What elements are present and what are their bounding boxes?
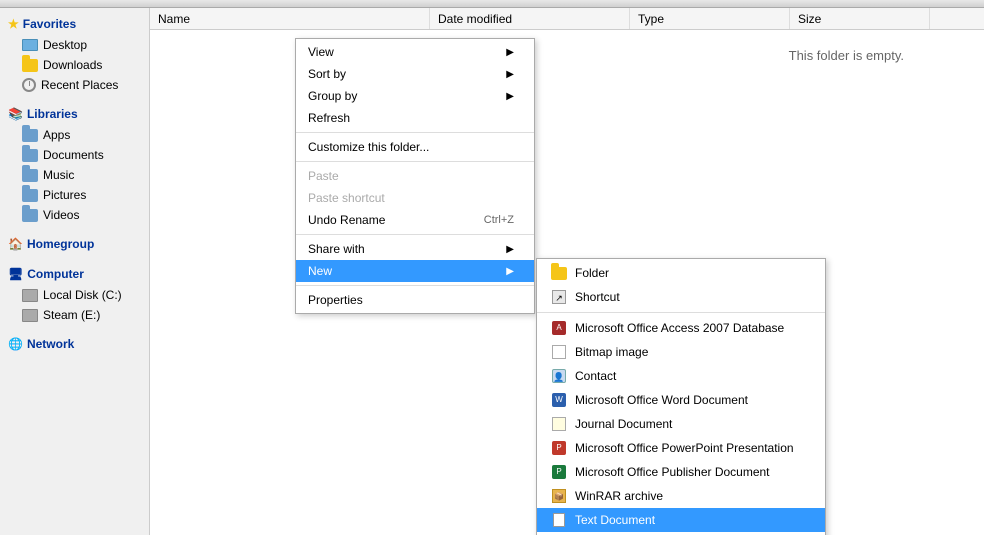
submenu-item-bitmap[interactable]: Bitmap image xyxy=(537,340,825,364)
menu-item-share-with[interactable]: Share with ▶ xyxy=(296,238,534,260)
empty-folder-message: This folder is empty. xyxy=(789,48,904,63)
top-bar xyxy=(0,0,984,8)
submenu-item-folder[interactable]: Folder xyxy=(537,261,825,285)
sidebar-divider-2 xyxy=(0,225,149,233)
menu-item-view[interactable]: View ▶ xyxy=(296,41,534,63)
winrar-icon: 📦 xyxy=(549,488,569,504)
submenu-item-journal[interactable]: Journal Document xyxy=(537,412,825,436)
new-submenu: Folder ↗ Shortcut A Microsoft Office Acc… xyxy=(536,258,826,535)
menu-item-paste-shortcut: Paste shortcut xyxy=(296,187,534,209)
menu-item-paste: Paste xyxy=(296,165,534,187)
sidebar-item-desktop[interactable]: Desktop xyxy=(0,35,149,55)
submenu-item-publisher[interactable]: P Microsoft Office Publisher Document xyxy=(537,460,825,484)
sidebar-item-downloads[interactable]: Downloads xyxy=(0,55,149,75)
content-area: Name Date modified Type Size This folder… xyxy=(150,8,984,535)
menu-item-undo-rename[interactable]: Undo Rename Ctrl+Z xyxy=(296,209,534,231)
sidebar-item-videos[interactable]: Videos xyxy=(0,205,149,225)
sidebar-computer-header[interactable]: 🖥 Computer xyxy=(0,263,149,285)
recent-icon xyxy=(22,78,36,92)
col-header-name[interactable]: Name xyxy=(150,8,430,29)
sidebar-item-pictures[interactable]: Pictures xyxy=(0,185,149,205)
menu-separator-2 xyxy=(296,161,534,162)
menu-item-customize[interactable]: Customize this folder... xyxy=(296,136,534,158)
contact-icon: 👤 xyxy=(549,368,569,384)
submenu-item-powerpoint[interactable]: P Microsoft Office PowerPoint Presentati… xyxy=(537,436,825,460)
menu-item-refresh[interactable]: Refresh xyxy=(296,107,534,129)
sidebar-divider-4 xyxy=(0,325,149,333)
downloads-icon xyxy=(22,59,38,72)
group-arrow-icon: ▶ xyxy=(506,91,514,102)
documents-icon xyxy=(22,149,38,162)
menu-separator-3 xyxy=(296,234,534,235)
view-arrow-icon: ▶ xyxy=(506,47,514,58)
text-doc-icon xyxy=(549,512,569,528)
submenu-item-word[interactable]: W Microsoft Office Word Document xyxy=(537,388,825,412)
sort-arrow-icon: ▶ xyxy=(506,69,514,80)
main-layout: ★ Favorites Desktop Downloads Recent Pla… xyxy=(0,8,984,535)
submenu-item-text[interactable]: Text Document xyxy=(537,508,825,532)
steam-drive-icon xyxy=(22,309,38,322)
journal-icon xyxy=(549,416,569,432)
folder-icon xyxy=(549,265,569,281)
desktop-icon xyxy=(22,39,38,51)
col-header-size[interactable]: Size xyxy=(790,8,930,29)
submenu-item-shortcut[interactable]: ↗ Shortcut xyxy=(537,285,825,309)
submenu-item-winrar[interactable]: 📦 WinRAR archive xyxy=(537,484,825,508)
sidebar-item-documents[interactable]: Documents xyxy=(0,145,149,165)
sidebar-network-header[interactable]: 🌐 Network xyxy=(0,333,149,355)
sidebar-item-music[interactable]: Music xyxy=(0,165,149,185)
sidebar-homegroup-header[interactable]: 🏠 Homegroup xyxy=(0,233,149,255)
sidebar-libraries-header[interactable]: 📚 Libraries xyxy=(0,103,149,125)
sidebar-divider-3 xyxy=(0,255,149,263)
bitmap-icon xyxy=(549,344,569,360)
share-arrow-icon: ▶ xyxy=(506,244,514,255)
col-header-type[interactable]: Type xyxy=(630,8,790,29)
sidebar-item-apps[interactable]: Apps xyxy=(0,125,149,145)
powerpoint-icon: P xyxy=(549,440,569,456)
menu-item-group-by[interactable]: Group by ▶ xyxy=(296,85,534,107)
menu-separator-1 xyxy=(296,132,534,133)
new-arrow-icon: ▶ xyxy=(506,266,514,277)
menu-separator-4 xyxy=(296,285,534,286)
submenu-item-access[interactable]: A Microsoft Office Access 2007 Database xyxy=(537,316,825,340)
word-icon: W xyxy=(549,392,569,408)
apps-icon xyxy=(22,129,38,142)
menu-item-sort-by[interactable]: Sort by ▶ xyxy=(296,63,534,85)
music-icon xyxy=(22,169,38,182)
sidebar-item-steam[interactable]: Steam (E:) xyxy=(0,305,149,325)
publisher-icon: P xyxy=(549,464,569,480)
column-headers: Name Date modified Type Size xyxy=(150,8,984,30)
pictures-icon xyxy=(22,189,38,202)
sidebar-favorites-header[interactable]: ★ Favorites xyxy=(0,13,149,35)
access-icon: A xyxy=(549,320,569,336)
videos-icon xyxy=(22,209,38,222)
menu-item-properties[interactable]: Properties xyxy=(296,289,534,311)
sidebar: ★ Favorites Desktop Downloads Recent Pla… xyxy=(0,8,150,535)
sidebar-item-local-disk[interactable]: Local Disk (C:) xyxy=(0,285,149,305)
submenu-item-contact[interactable]: 👤 Contact xyxy=(537,364,825,388)
sidebar-divider-1 xyxy=(0,95,149,103)
context-menu: View ▶ Sort by ▶ Group by ▶ Refresh Cust… xyxy=(295,38,535,314)
submenu-separator-1 xyxy=(537,312,825,313)
sidebar-item-recent[interactable]: Recent Places xyxy=(0,75,149,95)
menu-item-new[interactable]: New ▶ Folder ↗ xyxy=(296,260,534,282)
local-disk-icon xyxy=(22,289,38,302)
shortcut-icon: ↗ xyxy=(549,289,569,305)
col-header-date[interactable]: Date modified xyxy=(430,8,630,29)
